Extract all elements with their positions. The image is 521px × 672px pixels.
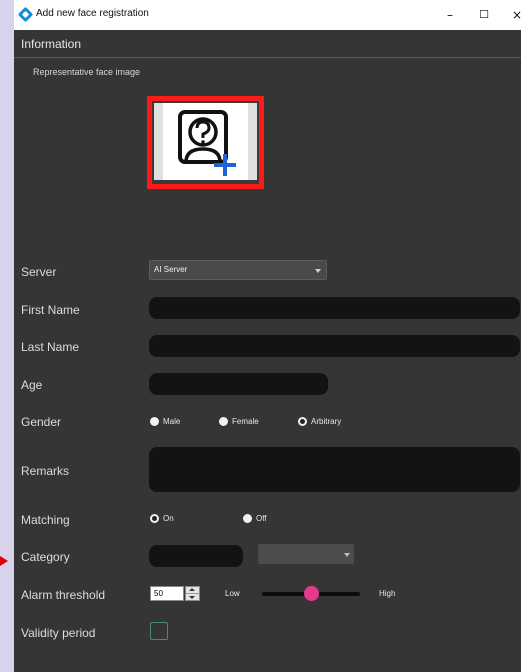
face-image-button[interactable] [147, 96, 264, 189]
gender-radio-male[interactable] [150, 417, 159, 426]
category-select[interactable] [258, 544, 354, 564]
gender-label-female: Female [232, 417, 259, 426]
remarks-label: Remarks [21, 464, 70, 478]
slider-low-label: Low [225, 589, 240, 598]
server-label: Server [21, 265, 57, 279]
title-bar: Add new face registration – ☐ × [14, 0, 521, 30]
age-label: Age [21, 378, 43, 392]
face-registration-window: Add new face registration – ☐ × Informat… [14, 0, 521, 672]
slider-high-label: High [379, 589, 396, 598]
alarm-threshold-input[interactable]: 50 [150, 586, 184, 601]
matching-radio-off[interactable] [243, 514, 252, 523]
server-select[interactable]: AI Server [149, 260, 327, 280]
alarm-threshold-stepper[interactable] [185, 586, 200, 601]
slider-thumb[interactable] [303, 586, 319, 601]
first-name-label: First Name [21, 303, 80, 317]
close-button[interactable]: × [507, 5, 521, 25]
maximize-button[interactable]: ☐ [474, 5, 494, 25]
matching-radio-on[interactable] [150, 514, 159, 523]
spin-up-icon[interactable] [189, 588, 195, 591]
alarm-threshold-value: 50 [154, 589, 163, 598]
section-divider [14, 57, 521, 58]
gender-radio-female[interactable] [219, 417, 228, 426]
spin-down-icon[interactable] [189, 596, 195, 599]
chevron-down-icon [315, 269, 321, 273]
validity-period-label: Validity period [21, 626, 96, 640]
face-image-background [154, 103, 257, 180]
spin-divider [186, 593, 199, 594]
pointer-arrow-icon [0, 556, 8, 566]
category-input[interactable] [149, 545, 243, 567]
gender-radio-arbitrary[interactable] [298, 417, 307, 426]
matching-label-off: Off [256, 514, 267, 523]
minimize-button[interactable]: – [440, 5, 460, 25]
gender-label-male: Male [163, 417, 181, 426]
matching-label-on: On [163, 514, 174, 523]
window-title: Add new face registration [36, 8, 149, 19]
desktop-background [0, 0, 14, 672]
section-header: Information [21, 37, 82, 51]
age-input[interactable] [149, 373, 328, 395]
alarm-threshold-label: Alarm threshold [21, 588, 106, 602]
face-image-placeholder [163, 103, 248, 180]
add-face-icon [178, 110, 236, 176]
matching-label: Matching [21, 513, 70, 527]
app-icon [17, 6, 34, 23]
last-name-label: Last Name [21, 340, 80, 354]
category-label: Category [21, 550, 70, 564]
last-name-input[interactable] [149, 335, 520, 357]
server-select-value: AI Server [154, 265, 188, 274]
validity-period-checkbox[interactable] [150, 622, 168, 640]
gender-label: Gender [21, 415, 62, 429]
face-image-label: Representative face image [33, 67, 141, 77]
gender-label-arbitrary: Arbitrary [311, 417, 342, 426]
remarks-textarea[interactable] [149, 447, 520, 492]
first-name-input[interactable] [149, 297, 520, 319]
chevron-down-icon [344, 553, 350, 557]
